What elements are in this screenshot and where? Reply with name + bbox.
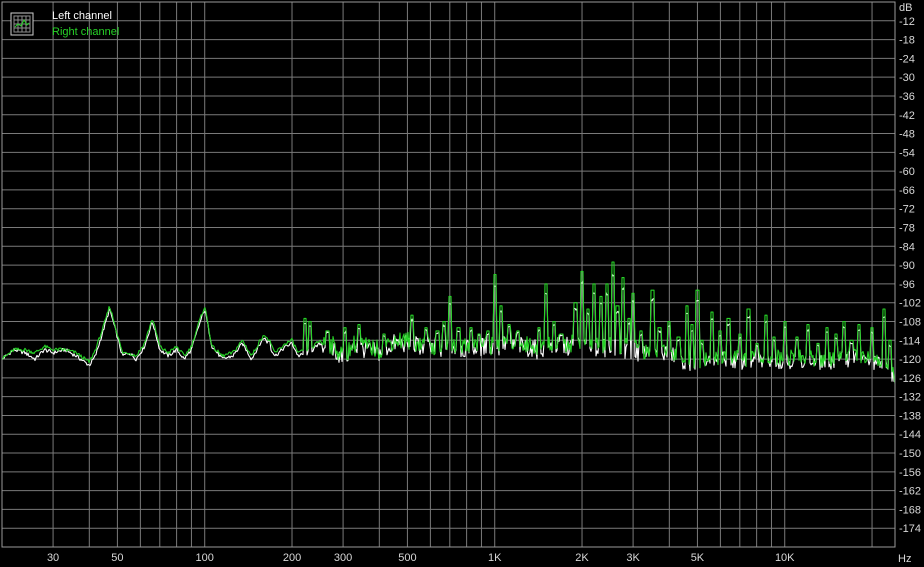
x-tick-label: 1K (488, 552, 502, 564)
y-tick-label: -120 (899, 354, 921, 366)
y-tick-label: -108 (899, 316, 921, 328)
y-tick-label: -162 (899, 486, 921, 498)
spectrum-grid-icon (10, 12, 34, 36)
y-tick-label: -132 (899, 392, 921, 404)
x-unit-label: Hz (898, 553, 911, 565)
x-tick-label: 200 (283, 552, 301, 564)
y-tick-label: -168 (899, 504, 921, 516)
y-tick-label: -174 (899, 523, 921, 535)
y-tick-label: -42 (899, 110, 915, 122)
y-tick-label: -24 (899, 53, 915, 65)
y-tick-label: -126 (899, 373, 921, 385)
y-tick-label: -90 (899, 260, 915, 272)
y-tick-label: -66 (899, 185, 915, 197)
legend-right-channel: Right channel (52, 26, 119, 38)
x-tick-label: 500 (398, 552, 416, 564)
x-tick-label: 30 (47, 552, 59, 564)
y-unit-label: dB (899, 2, 912, 14)
y-tick-label: -30 (899, 72, 915, 84)
y-tick-label: -36 (899, 91, 915, 103)
y-tick-label: -12 (899, 16, 915, 28)
x-tick-label: 50 (111, 552, 123, 564)
y-tick-label: -150 (899, 448, 921, 460)
spectrum-chart: -12 -18 -24 -30 -36 -42 -48 -54 -60 -66 -72 -78 -84 -… (0, 0, 924, 567)
x-tick-label: 300 (334, 552, 352, 564)
legend-left-channel: Left channel (52, 10, 112, 22)
y-tick-label: -18 (899, 35, 915, 47)
y-tick-label: -96 (899, 279, 915, 291)
y-tick-label: -78 (899, 223, 915, 235)
x-tick-label: 5K (691, 552, 705, 564)
y-tick-label: -48 (899, 129, 915, 141)
x-tick-label: 2K (575, 552, 589, 564)
y-tick-label: -138 (899, 410, 921, 422)
y-tick-label: -84 (899, 241, 915, 253)
x-tick-label: 10K (775, 552, 795, 564)
x-tick-label: 100 (196, 552, 214, 564)
y-tick-label: -114 (899, 335, 920, 347)
y-tick-label: -72 (899, 204, 915, 216)
x-tick-label: 3K (626, 552, 640, 564)
y-tick-label: -54 (899, 147, 915, 159)
y-tick-label: -144 (899, 429, 921, 441)
y-tick-label: -156 (899, 467, 921, 479)
y-tick-label: -60 (899, 166, 915, 178)
y-tick-label: -102 (899, 298, 921, 310)
